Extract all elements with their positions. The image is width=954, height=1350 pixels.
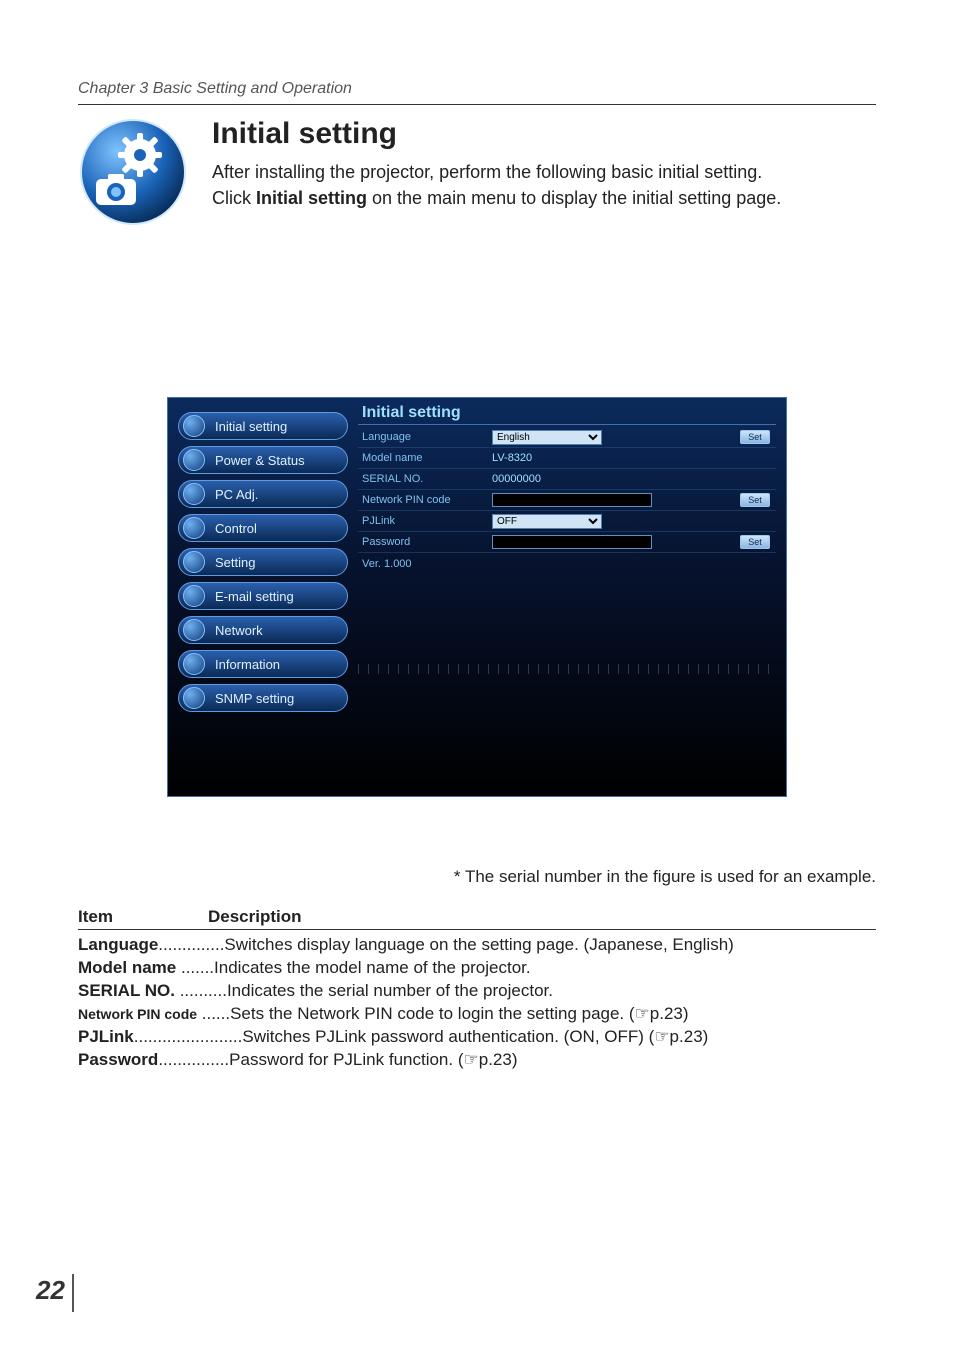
row-dots: ..............	[158, 935, 224, 954]
sidebar-item-label: PC Adj.	[215, 487, 258, 502]
row-item: Model name	[78, 958, 176, 977]
intro-line1: After installing the projector, perform …	[212, 162, 762, 182]
info-icon	[183, 653, 205, 675]
sidebar-item-setting[interactable]: Setting	[178, 548, 348, 576]
sidebar-item-email-setting[interactable]: E-mail setting	[178, 582, 348, 610]
panel-title: Initial setting	[358, 402, 776, 425]
chapter-header: Chapter 3 Basic Setting and Operation	[78, 80, 876, 105]
row-dots: ..........	[175, 981, 227, 1000]
wrench-icon	[183, 551, 205, 573]
model-label: Model name	[362, 452, 492, 464]
row-dots: ......	[197, 1004, 230, 1023]
row-version: Ver. 1.000	[358, 553, 776, 574]
table-row: PJLink.......................Switches PJ…	[78, 1026, 876, 1049]
sidebar-item-label: Initial setting	[215, 419, 287, 434]
sidebar-item-label: Information	[215, 657, 280, 672]
row-desc: Switches display language on the setting…	[224, 935, 733, 954]
row-dots: .......	[176, 958, 214, 977]
page-number-divider	[72, 1274, 74, 1312]
sidebar-item-network[interactable]: Network	[178, 616, 348, 644]
sidebar-item-information[interactable]: Information	[178, 650, 348, 678]
password-label: Password	[362, 536, 492, 548]
row-item: Network PIN code	[78, 1006, 197, 1022]
settings-panel-screenshot: Initial setting Power & Status PC Adj. C…	[167, 397, 787, 797]
language-select[interactable]: English	[492, 430, 602, 445]
row-item: Language	[78, 935, 158, 954]
version-label: Ver. 1.000	[362, 558, 492, 570]
set-button-pin[interactable]: Set	[740, 493, 770, 507]
col-item: Item	[78, 907, 208, 927]
pin-label: Network PIN code	[362, 494, 492, 506]
snmp-icon	[183, 687, 205, 709]
gear-camera-icon	[78, 117, 188, 227]
sidebar-item-power-status[interactable]: Power & Status	[178, 446, 348, 474]
sidebar-item-snmp-setting[interactable]: SNMP setting	[178, 684, 348, 712]
page-title: Initial setting	[212, 117, 781, 151]
mail-icon	[183, 585, 205, 607]
row-dots: .......................	[134, 1027, 243, 1046]
intro-text: After installing the projector, perform …	[212, 159, 781, 211]
row-language: Language English Set	[358, 427, 776, 448]
pjlink-label: PJLink	[362, 515, 492, 527]
col-description: Description	[208, 907, 302, 927]
description-table: Item Description Language..............S…	[78, 907, 876, 1072]
horizontal-ruler	[358, 664, 776, 674]
serial-label: SERIAL NO.	[362, 473, 492, 485]
gear-icon	[183, 415, 205, 437]
serial-value: 00000000	[492, 473, 541, 485]
sidebar-item-pc-adj[interactable]: PC Adj.	[178, 480, 348, 508]
sidebar-item-label: SNMP setting	[215, 691, 294, 706]
row-pin: Network PIN code Set	[358, 490, 776, 511]
intro-bold: Initial setting	[256, 188, 367, 208]
pjlink-select[interactable]: OFF	[492, 514, 602, 529]
pin-input[interactable]	[492, 493, 652, 507]
row-password: Password Set	[358, 532, 776, 553]
sidebar-item-label: Network	[215, 623, 263, 638]
row-desc: Indicates the serial number of the proje…	[227, 981, 553, 1000]
row-desc: Indicates the model name of the projecto…	[214, 958, 531, 977]
set-button-language[interactable]: Set	[740, 430, 770, 444]
table-row: Password...............Password for PJLi…	[78, 1049, 876, 1072]
row-serial: SERIAL NO. 00000000	[358, 469, 776, 490]
page-number: 22	[36, 1275, 65, 1306]
control-icon	[183, 517, 205, 539]
row-item: Password	[78, 1050, 158, 1069]
sidebar-item-initial-setting[interactable]: Initial setting	[178, 412, 348, 440]
row-desc: Sets the Network PIN code to login the s…	[230, 1004, 688, 1023]
model-value: LV-8320	[492, 452, 532, 464]
set-button-password[interactable]: Set	[740, 535, 770, 549]
table-row: SERIAL NO. ..........Indicates the seria…	[78, 980, 876, 1003]
pc-icon	[183, 483, 205, 505]
row-pjlink: PJLink OFF	[358, 511, 776, 532]
footnote: * The serial number in the figure is use…	[78, 867, 876, 887]
row-item: SERIAL NO.	[78, 981, 175, 1000]
language-label: Language	[362, 431, 492, 443]
sidebar: Initial setting Power & Status PC Adj. C…	[178, 412, 348, 718]
sidebar-item-label: E-mail setting	[215, 589, 294, 604]
content-area: Initial setting Language English Set Mod…	[358, 402, 776, 674]
row-dots: ...............	[158, 1050, 229, 1069]
table-row: Network PIN code ......Sets the Network …	[78, 1003, 876, 1026]
row-desc: Password for PJLink function. (☞p.23)	[229, 1050, 517, 1069]
row-item: PJLink	[78, 1027, 134, 1046]
sidebar-item-label: Power & Status	[215, 453, 305, 468]
row-model: Model name LV-8320	[358, 448, 776, 469]
password-input[interactable]	[492, 535, 652, 549]
network-icon	[183, 619, 205, 641]
power-icon	[183, 449, 205, 471]
intro-line2a: Click	[212, 188, 256, 208]
table-row: Language..............Switches display l…	[78, 934, 876, 957]
intro-line2b: on the main menu to display the initial …	[367, 188, 781, 208]
sidebar-item-label: Setting	[215, 555, 255, 570]
sidebar-item-label: Control	[215, 521, 257, 536]
sidebar-item-control[interactable]: Control	[178, 514, 348, 542]
row-desc: Switches PJLink password authentication.…	[242, 1027, 708, 1046]
table-row: Model name .......Indicates the model na…	[78, 957, 876, 980]
